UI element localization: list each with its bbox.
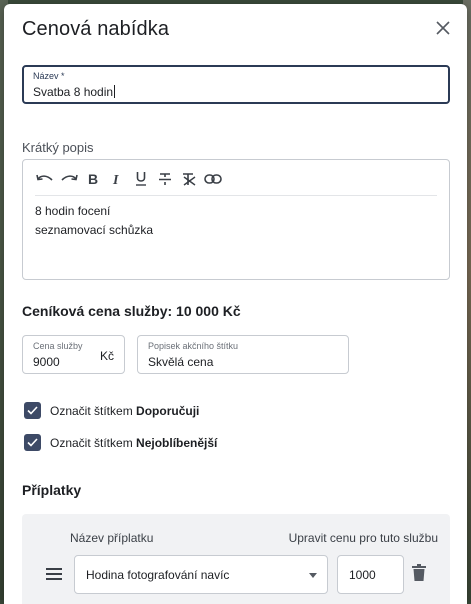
underline-icon[interactable] [131, 169, 151, 189]
surcharge-price-input[interactable]: 1000 [337, 555, 404, 594]
name-field[interactable]: Název * Svatba 8 hodin [22, 65, 450, 104]
checkbox-checked[interactable] [24, 434, 41, 451]
checkbox-most-popular[interactable]: Označit štítkem Nejoblíbenější [24, 434, 217, 451]
promo-label-value[interactable]: Skvělá cena [148, 355, 213, 369]
surcharge-price-column-header: Upravit cenu pro tuto službu [288, 531, 438, 545]
clear-format-icon[interactable] [179, 169, 199, 189]
strikethrough-icon[interactable] [155, 169, 175, 189]
service-price-label: Cena služby [33, 341, 83, 351]
editor-line: 8 hodin focení [35, 204, 111, 218]
promo-label-field[interactable]: Popisek akčního štítku Skvělá cena [137, 335, 349, 374]
surcharges-panel: Název příplatku Upravit cenu pro tuto sl… [22, 514, 450, 604]
close-icon[interactable] [431, 16, 455, 40]
price-offer-dialog: Cenová nabídka Název * Svatba 8 hodin Kr… [4, 4, 467, 604]
short-description-editor[interactable]: B I 8 hodin focení seznamovací schůzka [22, 159, 450, 280]
dialog-title: Cenová nabídka [22, 18, 170, 40]
surcharge-name-column-header: Název příplatku [70, 531, 154, 545]
drag-handle-icon[interactable] [46, 568, 62, 582]
service-price-value[interactable]: 9000 [33, 355, 60, 369]
surcharges-heading: Příplatky [22, 482, 82, 498]
checkbox-label: Označit štítkem Doporučuji [50, 403, 200, 418]
editor-toolbar: B I [35, 168, 437, 196]
redo-icon[interactable] [59, 169, 79, 189]
link-icon[interactable] [203, 169, 223, 189]
service-price-field[interactable]: Cena služby 9000 Kč [22, 335, 125, 374]
italic-icon[interactable]: I [107, 169, 127, 189]
trash-icon[interactable] [412, 564, 428, 582]
checkbox-checked[interactable] [24, 402, 41, 419]
checkbox-recommend[interactable]: Označit štítkem Doporučuji [24, 402, 199, 419]
surcharge-select[interactable]: Hodina fotografování navíc [74, 555, 328, 594]
name-field-label: Název * [33, 71, 65, 81]
checkbox-label: Označit štítkem Nejoblíbenější [50, 435, 218, 450]
surcharge-select-value: Hodina fotografování navíc [86, 568, 230, 582]
svg-text:B: B [88, 172, 98, 186]
promo-label-label: Popisek akčního štítku [148, 341, 239, 351]
svg-text:I: I [112, 173, 119, 186]
currency-suffix: Kč [99, 349, 114, 363]
dropdown-arrow-icon [309, 573, 317, 578]
editor-content[interactable]: 8 hodin focení seznamovací schůzka [35, 202, 153, 240]
bold-icon[interactable]: B [83, 169, 103, 189]
list-price-heading: Ceníková cena služby: 10 000 Kč [22, 303, 241, 319]
name-field-value[interactable]: Svatba 8 hodin [33, 85, 116, 99]
undo-icon[interactable] [35, 169, 55, 189]
short-description-label: Krátký popis [22, 140, 94, 155]
editor-line: seznamovací schůzka [35, 223, 154, 237]
surcharge-price-value: 1000 [349, 568, 376, 582]
